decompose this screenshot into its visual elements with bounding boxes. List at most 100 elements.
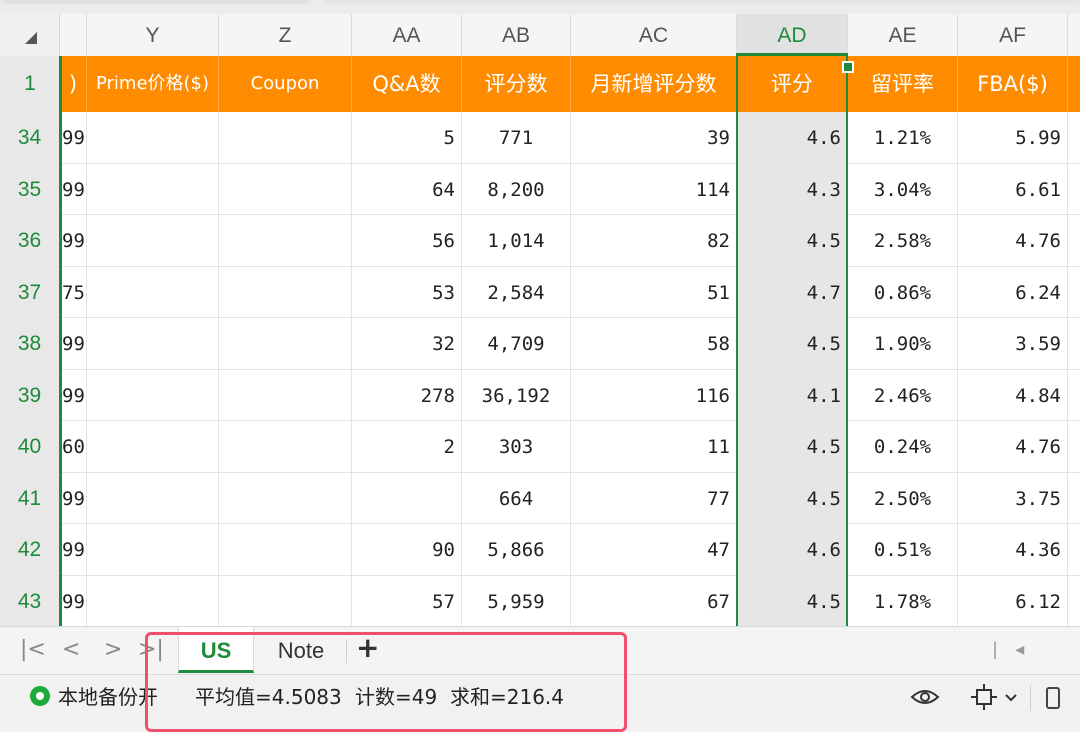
column-header-partial[interactable] <box>60 14 87 56</box>
cell-aa[interactable]: 57 <box>352 575 462 626</box>
cell-z[interactable] <box>219 215 352 266</box>
row-number[interactable]: 35 <box>0 163 60 214</box>
column-header-ad[interactable]: AD <box>737 14 848 56</box>
cell-partial[interactable]: 99 <box>60 112 87 163</box>
cell-z[interactable] <box>219 369 352 420</box>
cell-ad[interactable]: 4.6 <box>737 112 848 163</box>
row-number[interactable]: 38 <box>0 318 60 369</box>
header-cell-partial[interactable]: ) <box>60 56 87 112</box>
cell-partial[interactable]: 99 <box>60 575 87 626</box>
row-number[interactable]: 37 <box>0 266 60 317</box>
cell-ae[interactable]: 3.04% <box>848 163 958 214</box>
cell-ac[interactable]: 39 <box>571 112 737 163</box>
header-cell-qa-count[interactable]: Q&A数 <box>352 56 462 112</box>
cell-ab[interactable]: 5,959 <box>462 575 571 626</box>
row-number[interactable]: 39 <box>0 369 60 420</box>
column-header-y[interactable]: Y <box>87 14 219 56</box>
tab-us[interactable]: US <box>178 627 254 673</box>
cell-ab[interactable]: 1,014 <box>462 215 571 266</box>
header-cell-review-count[interactable]: 评分数 <box>462 56 571 112</box>
cell-af[interactable]: 3.59 <box>958 318 1068 369</box>
cell-ab[interactable]: 664 <box>462 472 571 523</box>
cell-ad[interactable]: 4.5 <box>737 472 848 523</box>
row-number[interactable]: 42 <box>0 524 60 575</box>
cell-ab[interactable]: 8,200 <box>462 163 571 214</box>
next-sheet-button[interactable]: > <box>104 637 122 662</box>
cell-z[interactable] <box>219 575 352 626</box>
prev-sheet-button[interactable]: < <box>62 637 80 662</box>
cell-aa[interactable]: 53 <box>352 266 462 317</box>
column-header-aa[interactable]: AA <box>352 14 462 56</box>
last-sheet-button[interactable]: >| <box>138 637 164 662</box>
cell-z[interactable] <box>219 524 352 575</box>
cell-ac[interactable]: 51 <box>571 266 737 317</box>
column-header-ac[interactable]: AC <box>571 14 737 56</box>
cell-ac[interactable]: 116 <box>571 369 737 420</box>
cell-y[interactable] <box>87 266 219 317</box>
cell-ae[interactable]: 1.21% <box>848 112 958 163</box>
cell-ae[interactable]: 2.50% <box>848 472 958 523</box>
cell-ae[interactable]: 0.24% <box>848 421 958 472</box>
cell-af[interactable]: 4.36 <box>958 524 1068 575</box>
cell-ae[interactable]: 1.90% <box>848 318 958 369</box>
tab-note[interactable]: Note <box>256 627 346 673</box>
cell-z[interactable] <box>219 421 352 472</box>
horizontal-scroll-left-icon[interactable]: | ◂ <box>992 639 1024 660</box>
cell-ae[interactable]: 1.78% <box>848 575 958 626</box>
first-sheet-button[interactable]: |< <box>20 637 46 662</box>
add-sheet-button[interactable]: + <box>356 631 379 664</box>
cell-y[interactable] <box>87 215 219 266</box>
cell-y[interactable] <box>87 575 219 626</box>
eye-icon[interactable] <box>910 684 940 710</box>
cell-ac[interactable]: 77 <box>571 472 737 523</box>
column-header-ae[interactable]: AE <box>848 14 958 56</box>
cell-ad[interactable]: 4.3 <box>737 163 848 214</box>
cell-z[interactable] <box>219 472 352 523</box>
cell-partial[interactable]: 75 <box>60 266 87 317</box>
row-number[interactable]: 43 <box>0 575 60 626</box>
cell-y[interactable] <box>87 318 219 369</box>
cell-ab[interactable]: 2,584 <box>462 266 571 317</box>
cell-ab[interactable]: 4,709 <box>462 318 571 369</box>
cell-ab[interactable]: 5,866 <box>462 524 571 575</box>
cell-ac[interactable]: 114 <box>571 163 737 214</box>
header-cell-monthly-new-reviews[interactable]: 月新增评分数 <box>571 56 737 112</box>
cell-aa[interactable]: 56 <box>352 215 462 266</box>
cell-ab[interactable]: 771 <box>462 112 571 163</box>
cell-partial[interactable]: 99 <box>60 318 87 369</box>
cell-ac[interactable]: 58 <box>571 318 737 369</box>
cell-y[interactable] <box>87 112 219 163</box>
cell-ad[interactable]: 4.5 <box>737 421 848 472</box>
cell-af[interactable]: 5.99 <box>958 112 1068 163</box>
cell-aa[interactable] <box>352 472 462 523</box>
cell-ad[interactable]: 4.5 <box>737 215 848 266</box>
cell-partial[interactable]: 99 <box>60 472 87 523</box>
header-cell-review-rate[interactable]: 留评率 <box>848 56 958 112</box>
cell-aa[interactable]: 64 <box>352 163 462 214</box>
cell-z[interactable] <box>219 163 352 214</box>
cell-partial[interactable]: 99 <box>60 369 87 420</box>
cell-partial[interactable]: 99 <box>60 163 87 214</box>
cell-ae[interactable]: 2.58% <box>848 215 958 266</box>
cell-ac[interactable]: 82 <box>571 215 737 266</box>
cell-y[interactable] <box>87 163 219 214</box>
row-number[interactable]: 36 <box>0 215 60 266</box>
cell-ad[interactable]: 4.7 <box>737 266 848 317</box>
cell-partial[interactable]: 99 <box>60 524 87 575</box>
cell-ae[interactable]: 0.86% <box>848 266 958 317</box>
cell-ae[interactable]: 2.46% <box>848 369 958 420</box>
cell-ac[interactable]: 47 <box>571 524 737 575</box>
header-cell-fba[interactable]: FBA($) <box>958 56 1068 112</box>
header-cell-rating[interactable]: 评分 <box>737 56 848 112</box>
cell-z[interactable] <box>219 266 352 317</box>
row-number[interactable]: 34 <box>0 112 60 163</box>
cell-af[interactable]: 6.24 <box>958 266 1068 317</box>
cell-y[interactable] <box>87 369 219 420</box>
cell-partial[interactable]: 60 <box>60 421 87 472</box>
column-header-ab[interactable]: AB <box>462 14 571 56</box>
cell-af[interactable]: 6.12 <box>958 575 1068 626</box>
panel-icon[interactable] <box>1046 687 1060 709</box>
header-cell-coupon[interactable]: Coupon <box>219 56 352 112</box>
cell-ad[interactable]: 4.5 <box>737 318 848 369</box>
cell-af[interactable]: 4.76 <box>958 215 1068 266</box>
